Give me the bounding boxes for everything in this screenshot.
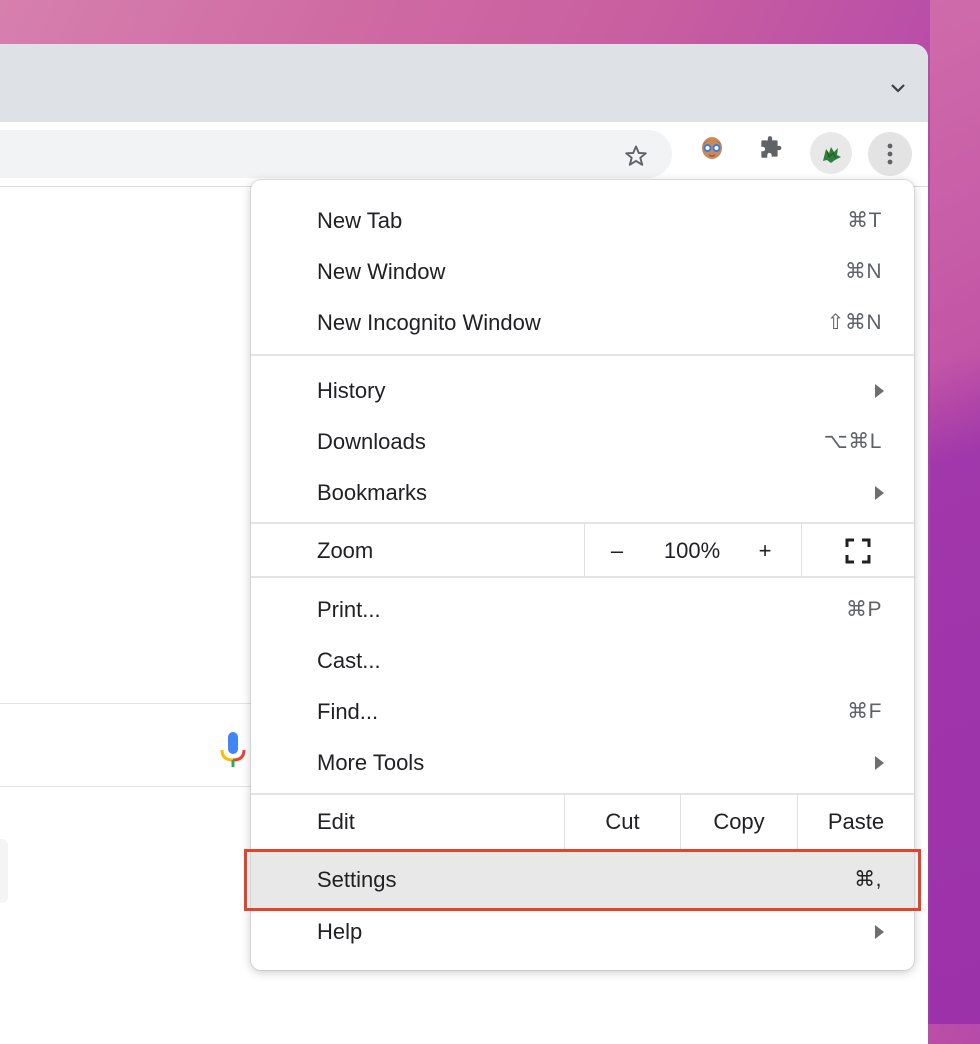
copy-button[interactable]: Copy bbox=[681, 796, 797, 847]
cut-button[interactable]: Cut bbox=[565, 796, 680, 847]
menu-item-settings[interactable]: Settings ⌘, bbox=[251, 854, 914, 905]
paste-button[interactable]: Paste bbox=[798, 796, 914, 847]
menu-item-shortcut: ⌘P bbox=[845, 598, 882, 621]
menu-item-new-incognito-window[interactable]: New Incognito Window ⇧⌘N bbox=[251, 297, 914, 348]
zoom-value: 100% bbox=[663, 537, 721, 563]
menu-item-shortcut: ⌘T bbox=[847, 209, 882, 232]
star-icon[interactable] bbox=[624, 144, 648, 168]
menu-divider bbox=[251, 793, 914, 795]
menu-item-label: New Incognito Window bbox=[317, 309, 541, 335]
chevron-down-icon[interactable] bbox=[888, 78, 908, 98]
address-bar[interactable] bbox=[0, 130, 672, 178]
menu-item-label: Cast... bbox=[317, 647, 381, 673]
menu-item-cast[interactable]: Cast... bbox=[251, 635, 914, 686]
tab-strip bbox=[0, 44, 928, 122]
chrome-menu: New Tab ⌘T New Window ⌘N New Incognito W… bbox=[251, 180, 914, 970]
menu-divider bbox=[251, 576, 914, 578]
cut-label: Cut bbox=[605, 808, 640, 834]
menu-item-label: Print... bbox=[317, 596, 381, 622]
menu-item-shortcut: ⌘N bbox=[844, 260, 882, 283]
edit-label: Edit bbox=[317, 808, 355, 834]
menu-item-label: Downloads bbox=[317, 428, 426, 454]
menu-item-label: New Window bbox=[317, 258, 446, 284]
fullscreen-button[interactable] bbox=[802, 525, 914, 576]
fullscreen-icon bbox=[845, 538, 871, 563]
zoom-out-label: – bbox=[610, 537, 624, 563]
menu-item-label: Bookmarks bbox=[317, 479, 428, 505]
zoom-out-button[interactable]: – bbox=[597, 525, 637, 576]
submenu-arrow-icon bbox=[875, 924, 884, 939]
menu-item-new-window[interactable]: New Window ⌘N bbox=[251, 246, 914, 297]
menu-item-label: New Tab bbox=[317, 207, 403, 233]
zoom-label: Zoom bbox=[317, 537, 374, 563]
menu-item-label: Settings bbox=[317, 866, 397, 892]
dinosaur-avatar-icon[interactable] bbox=[810, 132, 852, 174]
menu-item-label: More Tools bbox=[317, 749, 425, 775]
puzzle-icon[interactable] bbox=[752, 130, 788, 166]
three-dots-vertical-icon[interactable] bbox=[868, 132, 912, 176]
menu-divider bbox=[251, 522, 914, 524]
menu-item-downloads[interactable]: Downloads ⌥⌘L bbox=[251, 416, 914, 467]
toolbar bbox=[0, 122, 928, 187]
shortcut-tile[interactable] bbox=[0, 839, 8, 903]
menu-divider bbox=[584, 524, 585, 576]
menu-item-bookmarks[interactable]: Bookmarks bbox=[251, 467, 914, 518]
menu-item-label: Help bbox=[317, 918, 363, 944]
submenu-arrow-icon bbox=[875, 485, 884, 500]
menu-item-print[interactable]: Print... ⌘P bbox=[251, 584, 914, 635]
menu-item-shortcut: ⌥⌘L bbox=[823, 430, 882, 453]
menu-item-more-tools[interactable]: More Tools bbox=[251, 737, 914, 788]
menu-item-label: Find... bbox=[317, 698, 379, 724]
menu-item-find[interactable]: Find... ⌘F bbox=[251, 686, 914, 737]
menu-item-history[interactable]: History bbox=[251, 365, 914, 416]
submenu-arrow-icon bbox=[875, 383, 884, 398]
paste-label: Paste bbox=[827, 808, 885, 834]
profile-emoji-icon[interactable] bbox=[694, 130, 730, 166]
menu-item-shortcut: ⇧⌘N bbox=[826, 311, 882, 334]
submenu-arrow-icon bbox=[875, 755, 884, 770]
zoom-in-label: + bbox=[758, 537, 772, 563]
search-box[interactable] bbox=[0, 703, 280, 787]
menu-item-new-tab[interactable]: New Tab ⌘T bbox=[251, 195, 914, 246]
desktop-wallpaper bbox=[930, 0, 980, 1024]
menu-divider bbox=[251, 354, 914, 356]
zoom-in-button[interactable]: + bbox=[745, 525, 785, 576]
copy-label: Copy bbox=[713, 808, 765, 834]
menu-item-shortcut: ⌘, bbox=[854, 868, 882, 891]
zoom-level: 100% bbox=[647, 525, 737, 576]
menu-item-label: History bbox=[317, 377, 386, 403]
menu-item-shortcut: ⌘F bbox=[847, 700, 882, 723]
microphone-icon[interactable] bbox=[218, 732, 248, 772]
menu-item-help[interactable]: Help bbox=[251, 906, 914, 957]
